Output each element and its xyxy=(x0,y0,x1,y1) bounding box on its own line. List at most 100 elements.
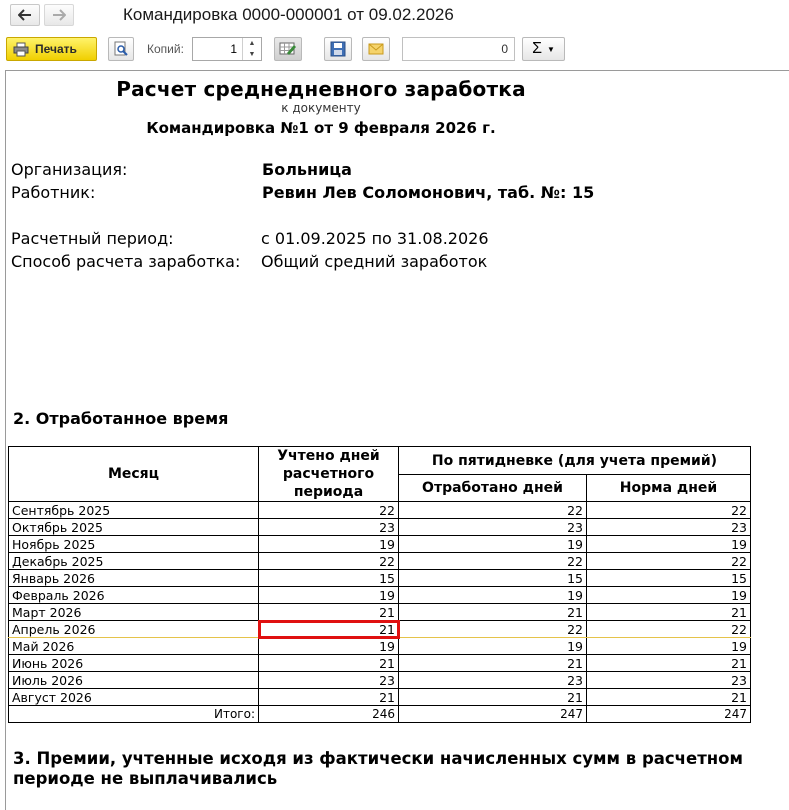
copies-field[interactable]: 1 ▲ ▼ xyxy=(192,37,262,61)
cell-norm[interactable]: 21 xyxy=(586,654,751,672)
cell-worked[interactable]: 21 xyxy=(398,603,587,621)
sum-icon: Σ xyxy=(532,40,542,57)
cell-month: Август 2026 xyxy=(8,688,259,706)
magnifier-icon xyxy=(114,41,128,56)
cell-norm[interactable]: 19 xyxy=(586,535,751,553)
report-title: Расчет среднедневного заработка xyxy=(116,77,526,101)
cell-worked[interactable]: 23 xyxy=(398,671,587,689)
cell-worked[interactable]: 23 xyxy=(398,518,587,536)
cell-worked[interactable]: 21 xyxy=(398,688,587,706)
worked-time-table: Месяц Учтено дней расчетного периода По … xyxy=(8,446,751,723)
table-row: Июнь 2026 21 21 21 xyxy=(8,654,751,672)
org-label: Организация: xyxy=(11,160,128,179)
total-label: Итого: xyxy=(8,705,259,723)
cell-month: Май 2026 xyxy=(8,637,259,655)
cell-month: Февраль 2026 xyxy=(8,586,259,604)
cell-norm[interactable]: 22 xyxy=(586,552,751,570)
col-header-five-day-group: По пятидневке (для учета премий) xyxy=(398,446,751,475)
worker-label: Работник: xyxy=(11,183,96,202)
cell-days[interactable]: 22 xyxy=(258,552,399,570)
cell-days[interactable]: 19 xyxy=(258,586,399,604)
cell-norm[interactable]: 15 xyxy=(586,569,751,587)
total-days[interactable]: 246 xyxy=(258,705,399,723)
table-row: Октябрь 2025 23 23 23 xyxy=(8,518,751,536)
table-row: Июль 2026 23 23 23 xyxy=(8,671,751,689)
cell-worked[interactable]: 22 xyxy=(398,501,587,519)
cell-month: Апрель 2026 xyxy=(8,620,259,638)
total-worked[interactable]: 247 xyxy=(398,705,587,723)
print-button[interactable]: Печать xyxy=(6,37,97,61)
cell-days[interactable]: 19 xyxy=(258,637,399,655)
forward-button[interactable] xyxy=(44,4,74,26)
sum-button[interactable]: Σ ▼ xyxy=(522,37,565,61)
cell-norm[interactable]: 19 xyxy=(586,586,751,604)
cell-days[interactable]: 19 xyxy=(258,535,399,553)
preview-button[interactable] xyxy=(108,37,134,61)
arrow-right-icon xyxy=(53,9,66,21)
cell-days[interactable]: 21 xyxy=(258,688,399,706)
spin-down-icon[interactable]: ▼ xyxy=(243,49,261,60)
back-button[interactable] xyxy=(10,4,40,26)
section-3-title-line2: периоде не выплачивались xyxy=(13,769,278,788)
title-bar: Командировка 0000-000001 от 09.02.2026 xyxy=(0,0,789,32)
cell-month: Январь 2026 xyxy=(8,569,259,587)
spin-up-icon[interactable]: ▲ xyxy=(243,38,261,49)
floppy-disk-icon xyxy=(330,41,346,57)
cell-days-selected[interactable]: 21 xyxy=(257,619,400,639)
cell-worked[interactable]: 22 xyxy=(398,552,587,570)
cell-worked[interactable]: 15 xyxy=(398,569,587,587)
sum-value-field[interactable]: 0 xyxy=(402,37,515,61)
arrow-left-icon xyxy=(18,9,31,21)
edit-button[interactable] xyxy=(274,37,302,61)
table-total-row: Итого: 246 247 247 xyxy=(8,705,751,723)
sum-value: 0 xyxy=(501,42,508,56)
cell-month: Март 2026 xyxy=(8,603,259,621)
table-row: Ноябрь 2025 19 19 19 xyxy=(8,535,751,553)
table-row: Март 2026 21 21 21 xyxy=(8,603,751,621)
cell-norm[interactable]: 22 xyxy=(586,620,751,638)
cell-norm[interactable]: 23 xyxy=(586,518,751,536)
section-2-title: 2. Отработанное время xyxy=(13,409,229,428)
cell-worked[interactable]: 19 xyxy=(398,586,587,604)
cell-norm[interactable]: 19 xyxy=(586,637,751,655)
table-row: Январь 2026 15 15 15 xyxy=(8,569,751,587)
col-header-days-line1: Учтено дней xyxy=(277,448,380,464)
report-document: Расчет среднедневного заработка к докуме… xyxy=(5,70,789,810)
cell-days[interactable]: 15 xyxy=(258,569,399,587)
table-row: Август 2026 21 21 21 xyxy=(8,688,751,706)
period-value: с 01.09.2025 по 31.08.2026 xyxy=(261,229,489,248)
toolbar: Печать Копий: 1 ▲ ▼ 0 Σ ▼ xyxy=(0,34,789,66)
col-header-days-line3: периода xyxy=(293,484,364,500)
cell-month: Декабрь 2025 xyxy=(8,552,259,570)
worker-value: Ревин Лев Соломонович, таб. №: 15 xyxy=(262,183,595,202)
cell-worked[interactable]: 19 xyxy=(398,535,587,553)
cell-norm[interactable]: 22 xyxy=(586,501,751,519)
col-header-days: Учтено дней расчетного периода xyxy=(258,446,399,502)
col-header-norm: Норма дней xyxy=(586,474,751,502)
cell-norm[interactable]: 23 xyxy=(586,671,751,689)
printer-icon xyxy=(13,42,29,56)
copies-label: Копий: xyxy=(147,42,184,56)
save-button[interactable] xyxy=(324,37,352,61)
cell-days[interactable]: 21 xyxy=(258,603,399,621)
period-label: Расчетный период: xyxy=(11,229,174,248)
table-row: Февраль 2026 19 19 19 xyxy=(8,586,751,604)
table-row: Май 2026 19 19 19 xyxy=(8,637,751,655)
send-email-button[interactable] xyxy=(362,37,390,61)
col-header-worked: Отработано дней xyxy=(398,474,587,502)
cell-worked[interactable]: 21 xyxy=(398,654,587,672)
copies-stepper[interactable]: ▲ ▼ xyxy=(242,38,261,60)
table-row: Сентябрь 2025 22 22 22 xyxy=(8,501,751,519)
cell-worked[interactable]: 22 xyxy=(398,620,587,638)
cell-month: Сентябрь 2025 xyxy=(8,501,259,519)
table-row: Декабрь 2025 22 22 22 xyxy=(8,552,751,570)
cell-worked[interactable]: 19 xyxy=(398,637,587,655)
document-reference: Командировка №1 от 9 февраля 2026 г. xyxy=(146,119,496,137)
cell-days[interactable]: 23 xyxy=(258,671,399,689)
cell-days[interactable]: 22 xyxy=(258,501,399,519)
cell-days[interactable]: 21 xyxy=(258,654,399,672)
cell-norm[interactable]: 21 xyxy=(586,688,751,706)
total-norm[interactable]: 247 xyxy=(586,705,751,723)
cell-days[interactable]: 23 xyxy=(258,518,399,536)
cell-norm[interactable]: 21 xyxy=(586,603,751,621)
